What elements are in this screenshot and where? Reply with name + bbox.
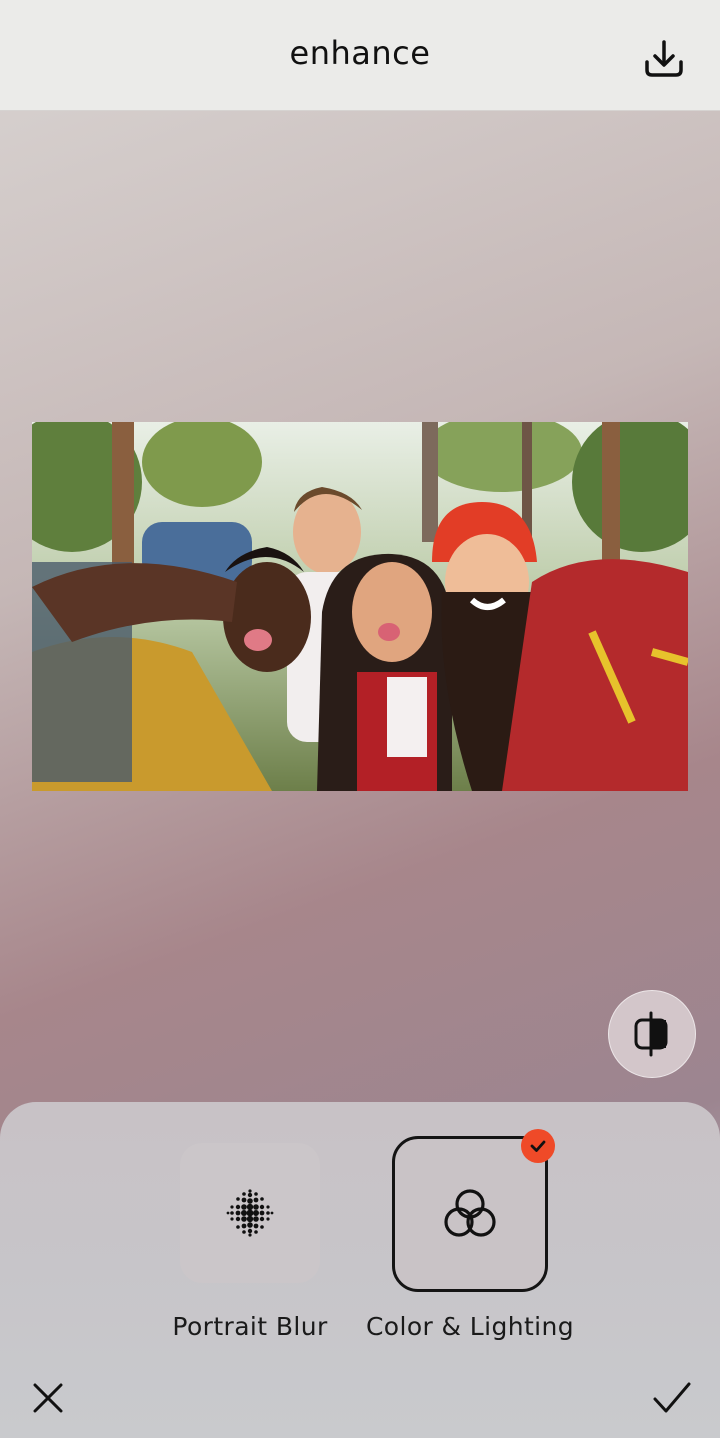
compare-split-icon xyxy=(634,1011,668,1057)
download-button[interactable] xyxy=(636,30,692,86)
interlocking-circles-icon xyxy=(444,1189,496,1237)
page-title: enhance xyxy=(289,34,431,72)
compare-button[interactable] xyxy=(608,990,696,1078)
color-lighting-label: Color & Lighting xyxy=(365,1312,575,1341)
selected-check-badge xyxy=(521,1129,555,1163)
tools-panel xyxy=(0,1102,720,1438)
checkmark-icon xyxy=(653,1382,691,1413)
photo-preview[interactable] xyxy=(32,422,688,791)
dot-grid-icon xyxy=(226,1189,274,1237)
download-icon xyxy=(645,40,683,77)
portrait-blur-tile[interactable] xyxy=(180,1143,320,1283)
confirm-button[interactable] xyxy=(648,1374,696,1422)
portrait-blur-label: Portrait Blur xyxy=(172,1312,328,1341)
check-icon xyxy=(530,1140,546,1152)
selfie-photo xyxy=(32,422,688,791)
close-icon xyxy=(33,1383,63,1413)
top-bar: enhance xyxy=(0,0,720,111)
cancel-button[interactable] xyxy=(24,1374,72,1422)
color-lighting-tile[interactable] xyxy=(392,1136,548,1292)
